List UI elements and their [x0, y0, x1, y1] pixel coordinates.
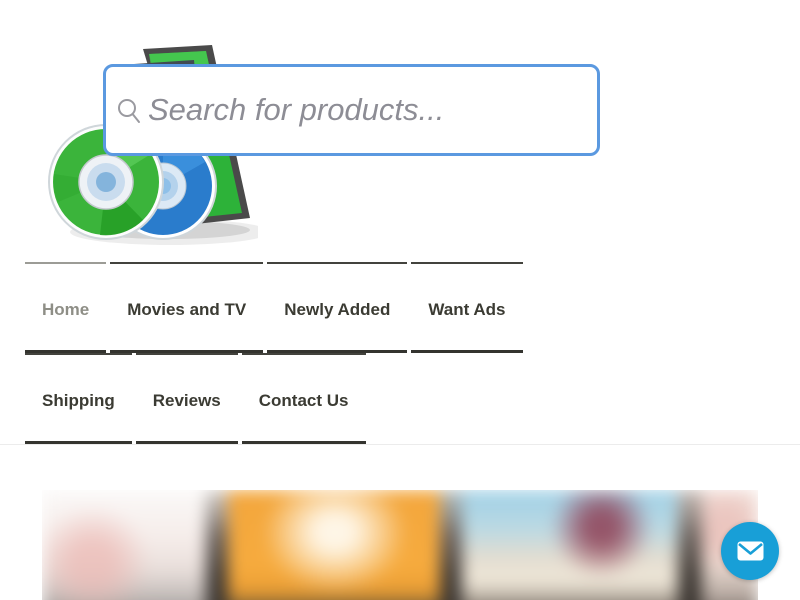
- storefront-page: Home Movies and TV Newly Added Want Ads …: [0, 0, 800, 600]
- nav-row-2: Shipping Reviews Contact Us: [25, 353, 800, 444]
- envelope-icon: [737, 541, 764, 561]
- nav-item-reviews[interactable]: Reviews: [136, 353, 238, 444]
- chat-contact-button[interactable]: [721, 522, 779, 580]
- nav-item-home[interactable]: Home: [25, 262, 106, 353]
- hero-image: [42, 490, 758, 600]
- nav-item-contact-us[interactable]: Contact Us: [242, 353, 366, 444]
- nav-item-newly-added[interactable]: Newly Added: [267, 262, 407, 353]
- hero-blur-layer: [42, 490, 758, 600]
- nav-item-want-ads[interactable]: Want Ads: [411, 262, 522, 353]
- main-navigation: Home Movies and TV Newly Added Want Ads …: [0, 262, 800, 445]
- nav-item-shipping[interactable]: Shipping: [25, 353, 132, 444]
- product-search: [103, 64, 600, 156]
- search-input[interactable]: [103, 64, 600, 156]
- nav-item-movies-and-tv[interactable]: Movies and TV: [110, 262, 263, 353]
- nav-row-1: Home Movies and TV Newly Added Want Ads: [25, 262, 800, 353]
